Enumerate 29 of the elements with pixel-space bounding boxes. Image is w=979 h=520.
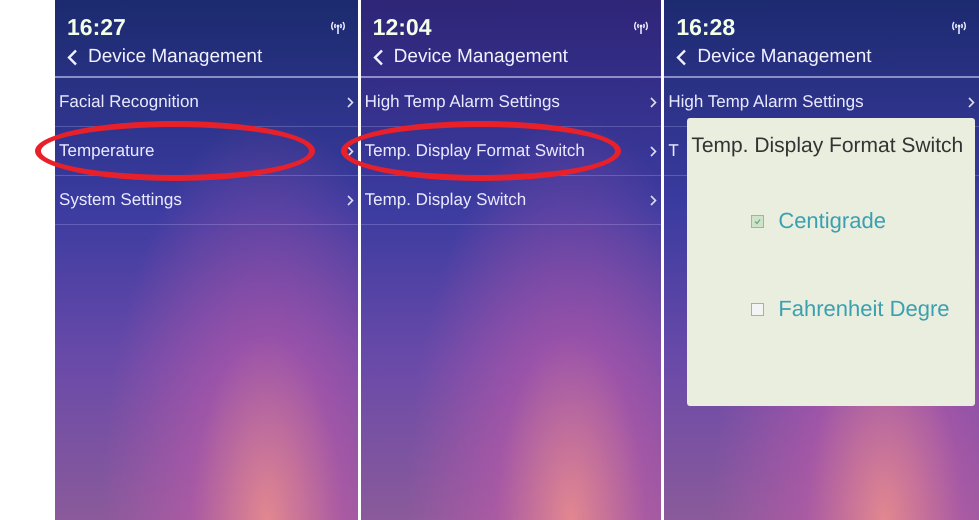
clock-time: 16:28 — [676, 14, 736, 40]
clock-time: 16:27 — [67, 14, 126, 40]
chevron-right-icon — [346, 194, 354, 206]
chevron-right-icon — [968, 96, 975, 108]
menu-item[interactable]: Facial Recognition — [55, 78, 358, 127]
chevron-right-icon — [346, 146, 354, 156]
screen-title: Device Management — [394, 46, 568, 68]
back-icon[interactable] — [372, 48, 384, 66]
back-icon[interactable] — [676, 48, 688, 66]
signal-icon — [330, 19, 346, 35]
menu-item[interactable]: Temp. Display Format Switch — [360, 127, 662, 176]
screen-title: Device Management — [697, 46, 872, 68]
check-icon — [754, 218, 762, 225]
checkbox[interactable] — [751, 214, 764, 228]
menu-item[interactable]: Temperature — [55, 127, 358, 176]
signal-icon — [951, 19, 967, 35]
clock-time: 12:04 — [372, 14, 432, 40]
menu-item[interactable]: High Temp Alarm Settings — [360, 78, 662, 127]
chevron-right-icon — [346, 96, 354, 108]
chevron-right-icon — [650, 146, 658, 156]
back-icon[interactable] — [67, 48, 78, 66]
menu-item[interactable]: System Settings — [55, 176, 358, 225]
signal-icon — [633, 19, 650, 35]
chevron-right-icon — [650, 194, 658, 206]
menu-item[interactable]: Temp. Display Switch — [360, 176, 662, 225]
screen-title: Device Management — [88, 46, 262, 68]
chevron-right-icon — [650, 96, 658, 108]
dialog-title: Temp. Display Format Switch — [691, 133, 964, 159]
checkbox[interactable] — [751, 302, 764, 316]
